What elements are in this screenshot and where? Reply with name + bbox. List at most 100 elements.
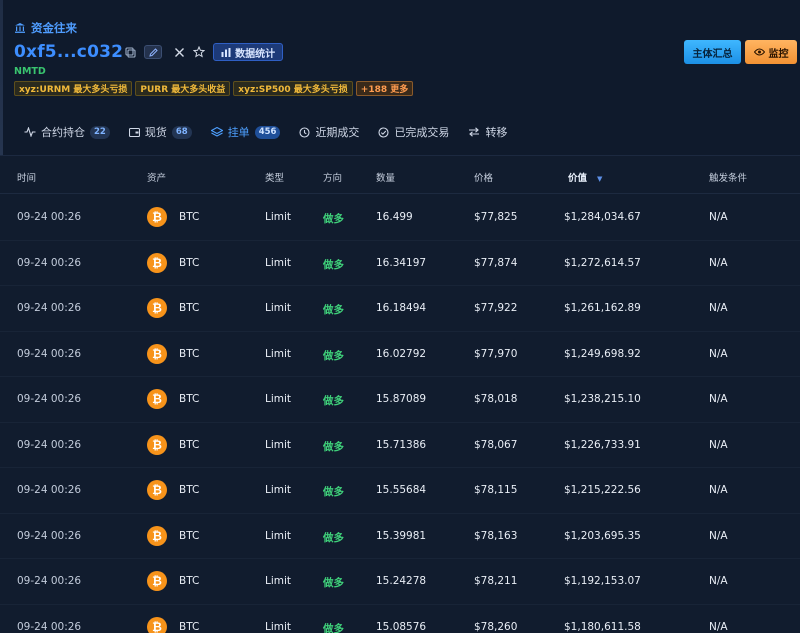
cell-type: Limit bbox=[265, 393, 292, 405]
copy-icon[interactable] bbox=[125, 46, 136, 58]
cell-direction: 做多 bbox=[323, 304, 344, 316]
bitcoin-icon: ₿ bbox=[147, 389, 167, 409]
cell-direction: 做多 bbox=[323, 395, 344, 407]
cell-direction: 做多 bbox=[323, 213, 344, 225]
breadcrumb-label: 资金往来 bbox=[31, 21, 77, 35]
cell-type: Limit bbox=[265, 529, 292, 542]
cell-price: $78,115 bbox=[474, 484, 518, 496]
cell-trigger: N/A bbox=[709, 211, 728, 223]
cell-price: $77,874 bbox=[474, 256, 518, 269]
table-row[interactable]: ₿ 09-24 00:26 BTC Limit 做多 15.24278 $78,211 $1,… bbox=[0, 559, 800, 605]
bitcoin-icon: ₿ bbox=[147, 480, 167, 500]
x-twitter-icon[interactable] bbox=[174, 47, 185, 58]
cell-asset: BTC bbox=[179, 529, 200, 542]
tab-transfers[interactable]: 转移 bbox=[468, 124, 507, 140]
cell-trigger: N/A bbox=[709, 347, 728, 360]
cell-value: $1,203,695.35 bbox=[564, 529, 641, 542]
table-row[interactable]: ₿ 09-24 00:26 BTC Limit 做多 15.55684 $78,115 $1,… bbox=[0, 468, 800, 514]
cell-value: $1,192,153.07 bbox=[564, 575, 641, 587]
tab-spot[interactable]: 现货 68 bbox=[128, 124, 192, 140]
cell-asset: BTC bbox=[179, 620, 200, 633]
bar-chart-icon bbox=[221, 47, 231, 57]
tab-label: 现货 bbox=[144, 126, 167, 139]
tab-bar: 合约持仓 22 现货 68 挂单 456 近期成交 已完成交易 转移 bbox=[24, 122, 526, 142]
column-header-type[interactable]: 类型 bbox=[265, 170, 284, 184]
table-row[interactable]: ₿ 09-24 00:26 BTC Limit 做多 16.34197 $77,874 $1,… bbox=[0, 241, 800, 286]
cell-trigger: N/A bbox=[709, 575, 728, 587]
edit-name-button[interactable] bbox=[144, 45, 163, 59]
transfer-icon bbox=[469, 127, 480, 137]
bitcoin-icon: ₿ bbox=[147, 252, 167, 273]
table-row[interactable]: ₿ 09-24 00:26 BTC Limit 做多 15.39981 $78,163 $1,… bbox=[0, 514, 800, 559]
column-header-direction[interactable]: 方向 bbox=[323, 170, 342, 184]
cell-asset: BTC bbox=[179, 347, 200, 360]
cell-asset: BTC bbox=[179, 575, 200, 587]
cell-direction: 做多 bbox=[323, 440, 344, 453]
bitcoin-icon: ₿ bbox=[147, 434, 167, 455]
pulse-icon bbox=[24, 127, 36, 137]
table-row[interactable]: ₿ 09-24 00:26 BTC Limit 做多 15.71386 $78,067 $1,… bbox=[0, 423, 800, 468]
tab-recent-fills[interactable]: 近期成交 bbox=[299, 124, 359, 140]
cell-asset: BTC bbox=[179, 393, 200, 405]
cell-time: 09-24 00:26 bbox=[17, 620, 82, 633]
more-tags-button[interactable]: +188 更多 bbox=[355, 81, 414, 96]
summary-button[interactable]: 主体汇总 bbox=[684, 40, 741, 64]
cell-type: Limit bbox=[265, 302, 292, 314]
column-header-price[interactable]: 价格 bbox=[474, 170, 493, 184]
table-row[interactable]: ₿ 09-24 00:26 BTC Limit 做多 16.499 $77,825 $1,28… bbox=[0, 195, 800, 241]
cell-type: Limit bbox=[265, 347, 292, 360]
cell-quantity: 15.71386 bbox=[376, 438, 427, 451]
tab-label: 转移 bbox=[485, 126, 508, 139]
cell-trigger: N/A bbox=[709, 393, 728, 405]
table-row[interactable]: ₿ 09-24 00:26 BTC Limit 做多 15.87089 $78,018 $1,… bbox=[0, 377, 800, 423]
tab-count: 456 bbox=[254, 125, 281, 139]
cell-time: 09-24 00:26 bbox=[17, 256, 82, 269]
eye-icon bbox=[753, 48, 765, 56]
table-row[interactable]: ₿ 09-24 00:26 BTC Limit 做多 16.02792 $77,970 $1,… bbox=[0, 332, 800, 377]
cell-direction: 做多 bbox=[323, 258, 344, 271]
table-row[interactable]: ₿ 09-24 00:26 BTC Limit 做多 15.08576 $78,260 $1,… bbox=[0, 605, 800, 633]
column-header-value-label: 价值 bbox=[568, 173, 588, 184]
history-icon bbox=[299, 126, 310, 138]
column-header-time[interactable]: 时间 bbox=[17, 170, 36, 184]
column-header-trigger[interactable]: 触发条件 bbox=[709, 170, 747, 184]
tab-positions[interactable]: 合约持仓 22 bbox=[24, 124, 110, 140]
cell-quantity: 15.08576 bbox=[376, 620, 427, 633]
data-stats-button[interactable]: 数据统计 bbox=[213, 43, 284, 61]
cell-value: $1,272,614.57 bbox=[564, 256, 641, 269]
cell-time: 09-24 00:26 bbox=[17, 529, 82, 542]
cell-trigger: N/A bbox=[709, 620, 728, 633]
breadcrumb[interactable]: 资金往来 bbox=[14, 20, 77, 36]
orders-table: 时间 资产 类型 方向 数量 价格 价值 ▼ 触发条件 ₿ 09-24 00:26 B… bbox=[0, 155, 800, 633]
cell-price: $78,018 bbox=[474, 393, 518, 405]
cell-quantity: 16.34197 bbox=[376, 256, 427, 269]
tab-label: 合约持仓 bbox=[41, 126, 85, 139]
cell-trigger: N/A bbox=[709, 256, 728, 269]
star-icon[interactable] bbox=[193, 46, 206, 58]
cell-price: $78,211 bbox=[474, 575, 518, 587]
cell-type: Limit bbox=[265, 620, 292, 633]
cell-asset: BTC bbox=[179, 211, 200, 223]
tag[interactable]: PURR 最大多头收益 bbox=[135, 81, 231, 96]
tag[interactable]: xyz:SP500 最大多头亏损 bbox=[233, 81, 353, 96]
address-row: 0xf5...c032 数据统计 bbox=[14, 42, 284, 62]
cell-value: $1,180,611.58 bbox=[564, 620, 641, 633]
column-header-value[interactable]: 价值 ▼ bbox=[568, 170, 602, 184]
bitcoin-icon: ₿ bbox=[147, 298, 167, 318]
column-header-asset[interactable]: 资产 bbox=[147, 170, 166, 184]
column-header-quantity[interactable]: 数量 bbox=[376, 170, 395, 184]
tab-open-orders[interactable]: 挂单 456 bbox=[210, 124, 281, 140]
cell-time: 09-24 00:26 bbox=[17, 438, 82, 451]
cell-direction: 做多 bbox=[323, 486, 344, 498]
table-row[interactable]: ₿ 09-24 00:26 BTC Limit 做多 16.18494 $77,922 $1,… bbox=[0, 286, 800, 332]
tab-completed-trades[interactable]: 已完成交易 bbox=[378, 124, 449, 140]
cell-type: Limit bbox=[265, 438, 292, 451]
tab-count: 22 bbox=[90, 125, 110, 139]
tab-label: 挂单 bbox=[227, 126, 250, 139]
cell-quantity: 16.499 bbox=[376, 211, 413, 223]
tag[interactable]: xyz:URNM 最大多头亏损 bbox=[14, 81, 133, 96]
monitor-button[interactable]: 监控 bbox=[745, 40, 797, 64]
cell-price: $78,260 bbox=[474, 620, 518, 633]
cell-price: $78,067 bbox=[474, 438, 518, 451]
cell-asset: BTC bbox=[179, 484, 200, 496]
